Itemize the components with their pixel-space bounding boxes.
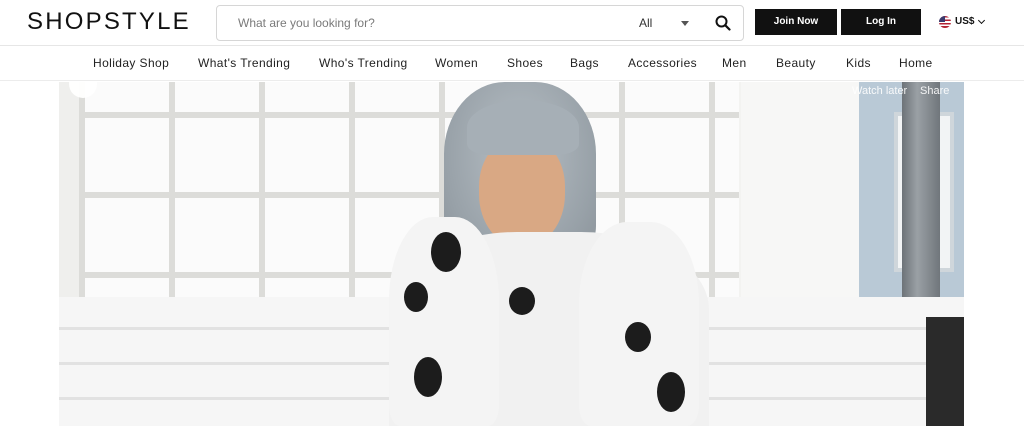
share-button[interactable]: Share bbox=[920, 85, 949, 97]
site-header: SHOPSTYLE All Join Now Log In US$ bbox=[0, 0, 1024, 46]
nav-item-bags[interactable]: Bags bbox=[570, 56, 599, 70]
log-in-button[interactable]: Log In bbox=[841, 9, 921, 35]
search-button[interactable] bbox=[705, 6, 743, 40]
nav-item-accessories[interactable]: Accessories bbox=[628, 56, 697, 70]
nav-item-men[interactable]: Men bbox=[722, 56, 747, 70]
nav-item-home[interactable]: Home bbox=[899, 56, 933, 70]
video-player[interactable]: Watch later Share bbox=[59, 82, 964, 426]
nav-item-beauty[interactable]: Beauty bbox=[776, 56, 816, 70]
join-now-button[interactable]: Join Now bbox=[755, 9, 837, 35]
category-select-value: All bbox=[639, 16, 653, 30]
nav-item-whos-trending[interactable]: Who's Trending bbox=[319, 56, 408, 70]
nav-item-kids[interactable]: Kids bbox=[846, 56, 871, 70]
nav-item-shoes[interactable]: Shoes bbox=[507, 56, 543, 70]
chevron-down-icon bbox=[977, 16, 986, 25]
shopstyle-logo[interactable]: SHOPSTYLE bbox=[27, 8, 191, 36]
us-flag-icon bbox=[939, 16, 951, 28]
nav-item-whats-trending[interactable]: What's Trending bbox=[198, 56, 290, 70]
currency-label: US$ bbox=[955, 16, 975, 27]
search-bar: All bbox=[216, 5, 744, 41]
watch-later-button[interactable]: Watch later bbox=[852, 85, 907, 97]
nav-item-women[interactable]: Women bbox=[435, 56, 478, 70]
caret-down-icon bbox=[681, 21, 689, 26]
nav-item-holiday-shop[interactable]: Holiday Shop bbox=[93, 56, 169, 70]
category-select[interactable]: All bbox=[637, 6, 697, 40]
search-input[interactable] bbox=[238, 6, 608, 40]
category-nav: Holiday Shop What's Trending Who's Trend… bbox=[0, 47, 1024, 81]
search-icon bbox=[715, 15, 731, 31]
